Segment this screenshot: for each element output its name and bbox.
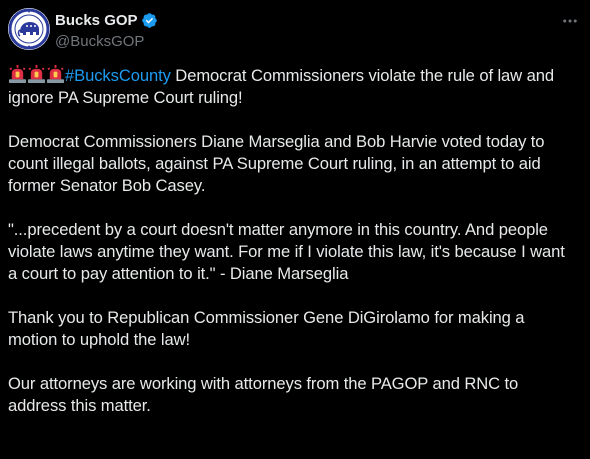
rotating-light-emoji	[27, 65, 46, 84]
bucks-gop-logo-icon	[8, 8, 50, 50]
more-options-icon[interactable]	[560, 11, 580, 31]
tweet-paragraph-2: Democrat Commissioners Diane Marseglia a…	[8, 132, 545, 195]
tweet-text: #BucksCounty Democrat Commissioners viol…	[8, 65, 578, 417]
display-name[interactable]: Bucks GOP	[55, 11, 138, 30]
tweet-paragraph-5: Our attorneys are working with attorneys…	[8, 374, 519, 415]
tweet-paragraph-1: #BucksCounty Democrat Commissioners viol…	[8, 65, 578, 109]
hashtag-link[interactable]: #BucksCounty	[65, 66, 171, 85]
rotating-light-emoji	[8, 65, 27, 84]
tweet-header: Bucks GOP @BucksGOP	[8, 8, 580, 50]
handle[interactable]: @BucksGOP	[55, 32, 158, 52]
verified-badge-icon[interactable]	[141, 12, 158, 29]
rotating-light-emoji	[46, 65, 65, 84]
avatar[interactable]	[8, 8, 50, 50]
display-name-row: Bucks GOP	[55, 11, 158, 30]
author-names: Bucks GOP @BucksGOP	[55, 11, 158, 52]
tweet-paragraph-3: "...precedent by a court doesn't matter …	[8, 220, 565, 283]
tweet-card: Bucks GOP @BucksGOP #BucksCounty Democra…	[0, 0, 590, 459]
tweet-paragraph-4: Thank you to Republican Commissioner Gen…	[8, 308, 525, 349]
